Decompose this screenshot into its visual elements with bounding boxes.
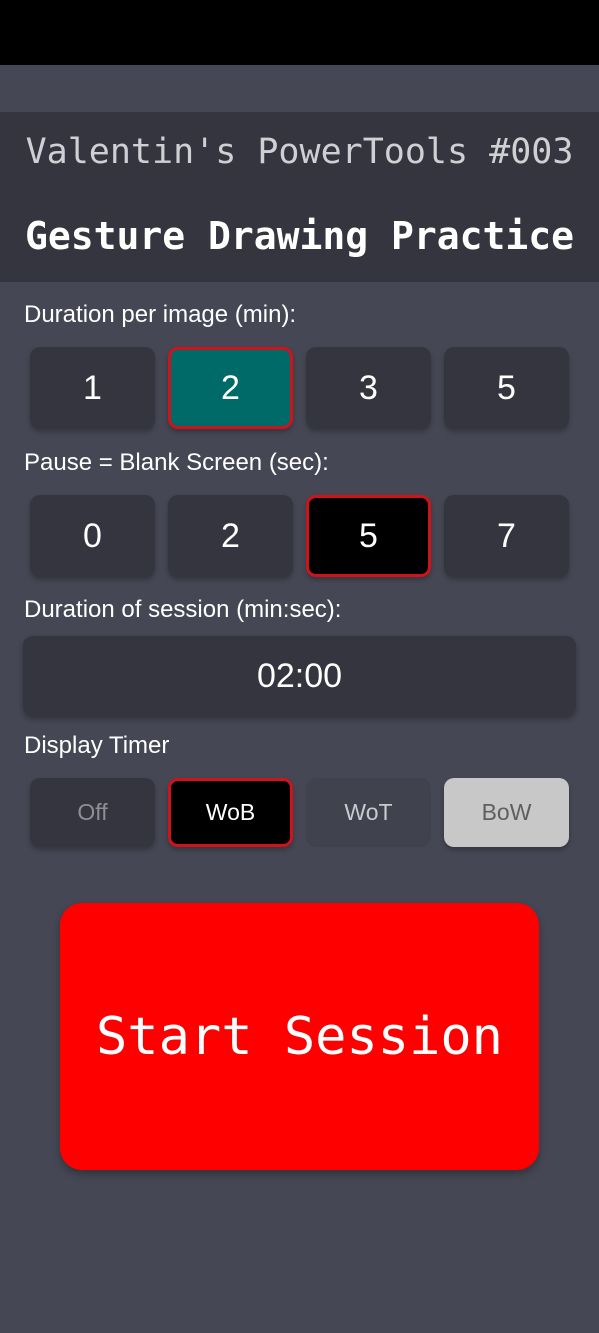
page-title: Gesture Drawing Practice (24, 214, 575, 258)
start-session-button[interactable]: Start Session (60, 903, 539, 1170)
pause-option-label: 0 (83, 516, 102, 555)
timer-option-label: WoB (205, 799, 256, 825)
pause-option-7[interactable]: 7 (444, 495, 569, 577)
pause-label: Pause = Blank Screen (sec): (24, 449, 329, 476)
duration-option-label: 2 (221, 368, 240, 407)
timer-option-label: Off (77, 799, 108, 825)
display-timer-label: Display Timer (24, 732, 170, 759)
pause-option-2[interactable]: 2 (168, 495, 293, 577)
duration-per-image-label: Duration per image (min): (24, 301, 297, 328)
session-duration-field[interactable]: 02:00 (23, 636, 576, 716)
duration-option-5[interactable]: 5 (444, 347, 569, 429)
status-bar (0, 0, 599, 65)
start-session-label: Start Session (96, 1006, 503, 1067)
timer-option-off[interactable]: Off (30, 778, 155, 847)
timer-option-wot[interactable]: WoT (306, 778, 431, 847)
pause-option-0[interactable]: 0 (30, 495, 155, 577)
session-duration-label: Duration of session (min:sec): (24, 596, 342, 623)
timer-option-label: BoW (481, 799, 532, 825)
timer-option-label: WoT (344, 799, 393, 825)
session-duration-value: 02:00 (256, 656, 343, 695)
duration-option-label: 1 (83, 368, 102, 407)
duration-option-1[interactable]: 1 (30, 347, 155, 429)
duration-option-label: 5 (497, 368, 516, 407)
app-title: Valentin's PowerTools #003 (25, 132, 574, 172)
duration-option-3[interactable]: 3 (306, 347, 431, 429)
pause-option-label: 7 (497, 516, 516, 555)
pause-option-label: 5 (359, 516, 378, 555)
pause-option-5-selected[interactable]: 5 (306, 495, 431, 577)
timer-option-bow[interactable]: BoW (444, 778, 569, 847)
duration-option-2-selected[interactable]: 2 (168, 347, 293, 429)
pause-option-label: 2 (221, 516, 240, 555)
duration-option-label: 3 (359, 368, 378, 407)
timer-option-wob-selected[interactable]: WoB (168, 778, 293, 847)
